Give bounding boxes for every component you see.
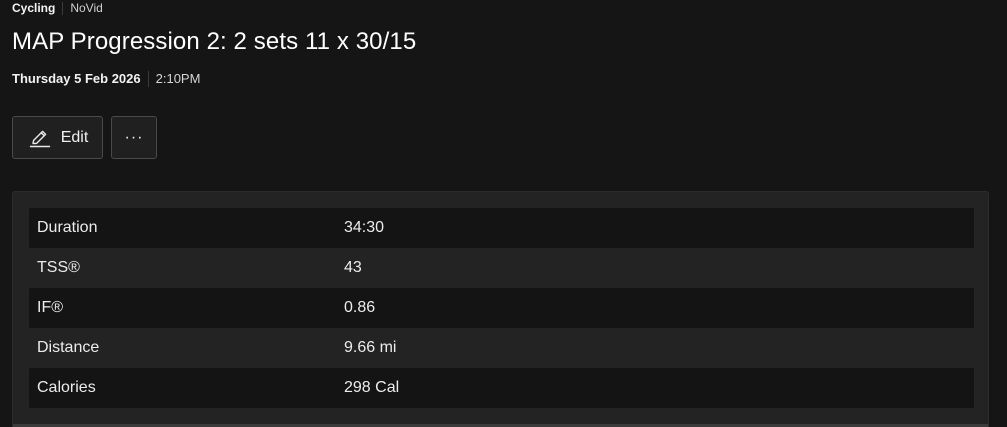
more-options-button[interactable]: ··· bbox=[111, 116, 157, 159]
workout-summary-panel: Duration 34:30 TSS® 43 IF® 0.86 Distance… bbox=[12, 191, 989, 427]
stat-value: 9.66 mi bbox=[344, 339, 397, 356]
more-horizontal-icon: ··· bbox=[124, 128, 144, 146]
stat-row-calories: Calories 298 Cal bbox=[29, 368, 974, 408]
datetime-divider bbox=[147, 71, 149, 87]
stats-table: Duration 34:30 TSS® 43 IF® 0.86 Distance… bbox=[29, 208, 974, 408]
workout-datetime: Thursday 5 Feb 2026 2:10PM bbox=[12, 70, 200, 88]
stat-row-duration: Duration 34:30 bbox=[29, 208, 974, 248]
stat-row-distance: Distance 9.66 mi bbox=[29, 328, 974, 368]
workout-date: Thursday 5 Feb 2026 bbox=[12, 71, 141, 86]
sport-label: Cycling bbox=[12, 1, 56, 15]
stat-value: 43 bbox=[344, 259, 362, 276]
stat-label: Distance bbox=[37, 339, 100, 356]
stat-value: 34:30 bbox=[344, 219, 385, 236]
stat-row-tss: TSS® 43 bbox=[29, 248, 974, 288]
workout-time: 2:10PM bbox=[155, 71, 201, 86]
page-title: MAP Progression 2: 2 sets 11 x 30/15 bbox=[12, 28, 417, 55]
stat-label: Calories bbox=[37, 379, 96, 396]
stat-row-if: IF® 0.86 bbox=[29, 288, 974, 328]
workout-meta: Cycling NoVid bbox=[12, 0, 103, 16]
stat-label: Duration bbox=[37, 219, 98, 236]
edit-button[interactable]: Edit bbox=[12, 116, 103, 159]
edit-button-label: Edit bbox=[60, 128, 89, 146]
stat-value: 0.86 bbox=[344, 299, 376, 316]
workout-tag: NoVid bbox=[70, 1, 103, 15]
pencil-icon bbox=[29, 128, 51, 148]
stat-label: TSS® bbox=[37, 259, 80, 276]
stat-label: IF® bbox=[37, 299, 64, 316]
stat-value: 298 Cal bbox=[344, 379, 400, 396]
meta-divider bbox=[62, 1, 64, 15]
